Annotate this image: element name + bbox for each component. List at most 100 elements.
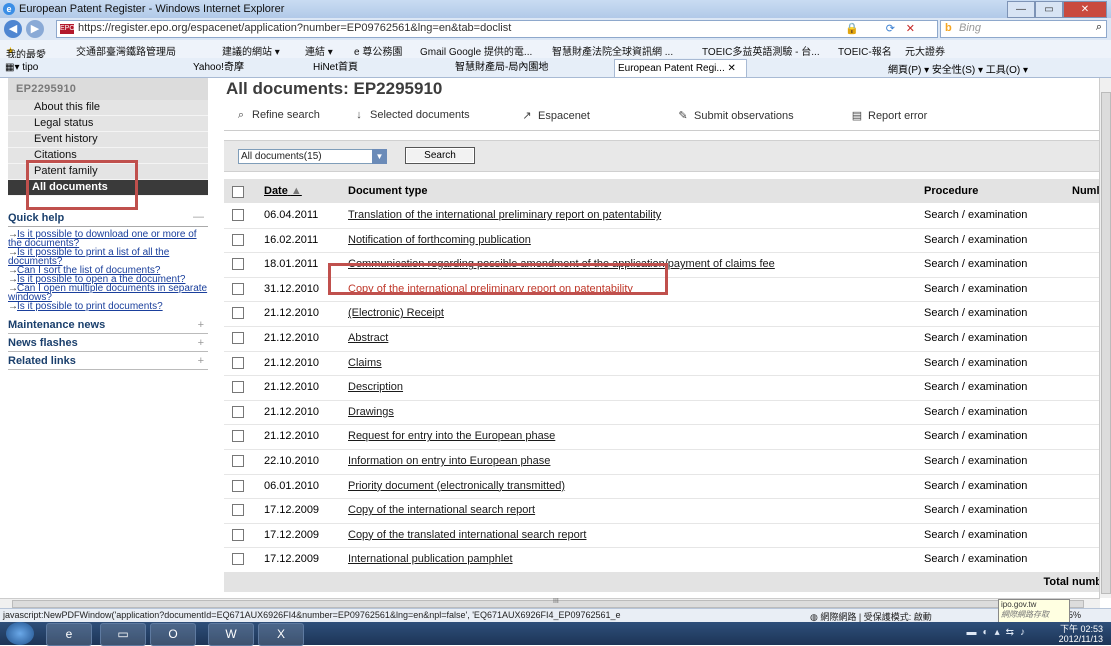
start-button[interactable]: [6, 622, 34, 645]
collapse-icon[interactable]: —: [193, 211, 204, 223]
close-tab-icon[interactable]: ✕: [728, 63, 736, 74]
horizontal-scrollbar[interactable]: III: [0, 598, 1100, 608]
sidebar-item-event-history[interactable]: Event history: [8, 132, 208, 148]
tab-tipo-intranet[interactable]: 智慧財產局-局內園地: [452, 59, 565, 76]
close-button[interactable]: ✕: [1063, 1, 1107, 18]
back-button[interactable]: ◀: [4, 20, 22, 38]
document-link[interactable]: Description: [348, 381, 403, 393]
search-button[interactable]: Search: [405, 147, 475, 164]
expand-icon[interactable]: +: [198, 337, 204, 349]
help-link[interactable]: →Is it possible to print documents?: [8, 302, 208, 312]
outlook-taskbar-icon[interactable]: O: [150, 623, 196, 646]
row-procedure: Search / examination: [924, 479, 1028, 492]
favorite-link[interactable]: TOEIC-報名: [838, 43, 892, 58]
favorite-link[interactable]: 智慧財產法院全球資訊網 ...: [552, 43, 673, 58]
minimize-button[interactable]: —: [1007, 1, 1035, 18]
date-column-header[interactable]: Date ▲: [264, 185, 302, 197]
url-text[interactable]: https://register.epo.org/espacenet/appli…: [78, 22, 511, 34]
tab-tipo[interactable]: ▦▾ tipo: [2, 59, 85, 76]
row-checkbox[interactable]: [232, 455, 244, 467]
search-box[interactable]: b Bing ⌕: [940, 20, 1107, 38]
clock[interactable]: 下午 02:53 2012/11/13: [1059, 624, 1103, 644]
related-links-section[interactable]: Related links +: [8, 355, 208, 370]
document-link[interactable]: Notification of forthcoming publication: [348, 234, 531, 246]
sidebar-item-about[interactable]: About this file: [8, 100, 208, 116]
tab-yahoo[interactable]: Yahoo!奇摩: [190, 59, 305, 76]
document-link[interactable]: Priority document (electronically transm…: [348, 480, 565, 492]
excel-taskbar-icon[interactable]: X: [258, 623, 304, 646]
favorite-link[interactable]: 連結 ▾: [305, 43, 333, 58]
window-titlebar: e European Patent Register - Windows Int…: [0, 0, 1111, 19]
document-filter-select[interactable]: All documents(15) ▼: [238, 149, 387, 164]
quick-help-header[interactable]: Quick help —: [8, 211, 208, 227]
document-link[interactable]: Translation of the international prelimi…: [348, 209, 661, 221]
scroll-thumb[interactable]: [1101, 92, 1111, 594]
expand-icon[interactable]: +: [198, 355, 204, 367]
refresh-icon[interactable]: ⟳: [886, 22, 895, 35]
favorite-link[interactable]: 建議的網站 ▾: [222, 43, 280, 58]
window-controls: — ▭ ✕: [1007, 1, 1107, 18]
ie-taskbar-icon[interactable]: e: [46, 623, 92, 646]
tab-european-patent-register[interactable]: European Patent Regi... ✕: [614, 59, 747, 77]
row-checkbox[interactable]: [232, 282, 244, 295]
document-link[interactable]: Copy of the international search report: [348, 504, 535, 516]
document-link[interactable]: International publication pamphlet: [348, 553, 513, 565]
help-link[interactable]: →Can I open multiple documents in separa…: [8, 284, 208, 303]
row-checkbox[interactable]: [232, 381, 244, 394]
search-icon[interactable]: ⌕: [1096, 21, 1102, 34]
command-bar[interactable]: 網頁(P) ▾ 安全性(S) ▾ 工具(O) ▾: [888, 61, 1028, 76]
document-link[interactable]: Request for entry into the European phas…: [348, 430, 555, 442]
refine-search-button[interactable]: ⌕ Refine search: [234, 109, 320, 122]
help-link[interactable]: →Is it possible to download one or more …: [8, 230, 208, 249]
row-checkbox[interactable]: [232, 504, 244, 517]
row-checkbox[interactable]: [232, 430, 244, 443]
favorite-link[interactable]: Gmail Google 提供的電...: [420, 43, 532, 58]
document-link[interactable]: Claims: [348, 357, 382, 369]
row-checkbox[interactable]: [232, 332, 244, 344]
vertical-scrollbar[interactable]: [1099, 78, 1111, 598]
maximize-button[interactable]: ▭: [1035, 1, 1063, 18]
stop-icon[interactable]: ✕: [906, 22, 915, 35]
document-link[interactable]: Information on entry into European phase: [348, 455, 550, 467]
document-link[interactable]: Abstract: [348, 332, 388, 344]
submit-observations-button[interactable]: ✎ Submit observations: [676, 109, 793, 122]
word-taskbar-icon[interactable]: W: [208, 623, 254, 646]
system-tray-icons[interactable]: ▬◐▴⇆♪: [967, 627, 1031, 638]
selected-documents-button[interactable]: ↓ Selected documents: [352, 109, 469, 121]
favorite-link[interactable]: TOEIC多益英語測驗 - 台...: [702, 43, 820, 58]
quick-tabs-icon[interactable]: ▦▾: [5, 62, 19, 73]
expand-icon[interactable]: +: [198, 319, 204, 331]
row-checkbox[interactable]: [232, 233, 244, 246]
document-link[interactable]: (Electronic) Receipt: [348, 307, 444, 319]
maintenance-news-section[interactable]: Maintenance news +: [8, 319, 208, 334]
row-checkbox[interactable]: [232, 405, 244, 418]
forward-button[interactable]: ▶: [26, 20, 44, 38]
scroll-thumb[interactable]: III: [12, 598, 1084, 608]
help-link[interactable]: →Is it possible to print a list of all t…: [8, 248, 208, 267]
espacenet-button[interactable]: ↗ Espacenet: [520, 109, 590, 122]
dropdown-arrow-icon[interactable]: ▼: [372, 149, 387, 164]
table-row: 17.12.2009 Copy of the international sear…: [224, 498, 1102, 524]
row-checkbox[interactable]: [232, 356, 244, 369]
news-flashes-section[interactable]: News flashes +: [8, 337, 208, 352]
row-checkbox[interactable]: [232, 479, 244, 492]
sidebar-item-legal-status[interactable]: Legal status: [8, 116, 208, 132]
row-checkbox[interactable]: [232, 258, 244, 271]
url-field[interactable]: EPO https://register.epo.org/espacenet/a…: [56, 20, 938, 38]
row-checkbox[interactable]: [232, 528, 244, 541]
document-link[interactable]: Drawings: [348, 406, 394, 418]
select-all-checkbox[interactable]: [232, 186, 244, 198]
row-checkbox[interactable]: [232, 307, 244, 320]
favorite-link[interactable]: 交通部臺灣鐵路管理局: [76, 43, 176, 58]
favorite-link[interactable]: 元大證券: [905, 43, 945, 58]
tab-hinet[interactable]: HiNet首頁: [310, 59, 425, 76]
document-link[interactable]: Copy of the translated international sea…: [348, 529, 586, 541]
explorer-taskbar-icon[interactable]: ▭: [100, 623, 146, 646]
row-checkbox[interactable]: [232, 553, 244, 566]
lock-icon[interactable]: 🔒: [845, 22, 859, 35]
page-title: All documents: EP2295910: [226, 79, 443, 98]
application-number: EP2295910: [8, 78, 208, 100]
row-checkbox[interactable]: [232, 209, 244, 221]
favorite-link[interactable]: e 尊公務園: [354, 43, 402, 58]
report-error-button[interactable]: ▤ Report error: [850, 109, 928, 122]
